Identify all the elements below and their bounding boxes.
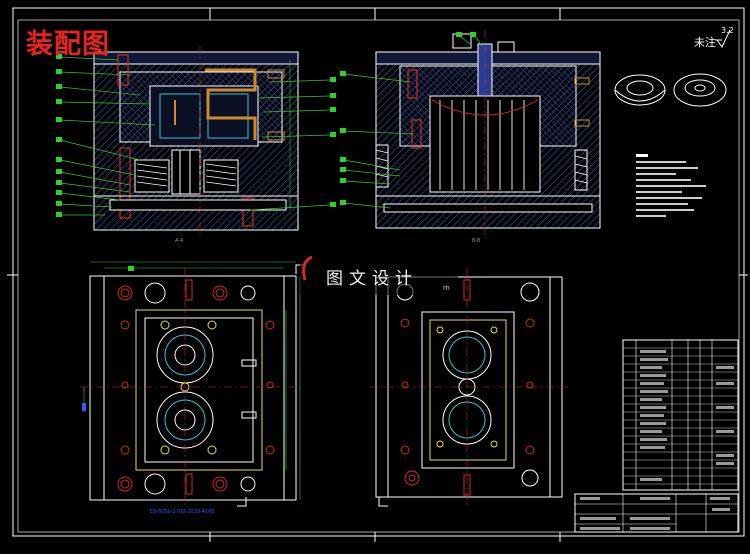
watermark-sub: m bbox=[443, 284, 450, 292]
plan-view-right bbox=[370, 268, 568, 505]
title-block bbox=[574, 493, 739, 533]
section-view-right: B-B bbox=[375, 30, 601, 244]
part-sketch bbox=[614, 73, 727, 107]
dimension-note: ES-8050-2700-2010-4100 bbox=[150, 509, 214, 515]
drawing-title: 装配图 bbox=[26, 29, 110, 60]
watermark-text: 图文设计 bbox=[326, 269, 418, 289]
technical-notes bbox=[636, 154, 706, 217]
parts-list bbox=[622, 339, 739, 491]
plan-view-left: ES-8050-2700-2010-4100 bbox=[80, 261, 301, 515]
corner-mark bbox=[378, 497, 388, 507]
section-label-right: B-B bbox=[472, 238, 481, 244]
section-view-left: A-A bbox=[93, 46, 299, 244]
corner-mark bbox=[237, 497, 247, 507]
roughness-label: 未注 bbox=[694, 36, 716, 49]
section-label-left: A-A bbox=[175, 238, 184, 244]
roughness-value: 3.2 bbox=[721, 26, 734, 35]
